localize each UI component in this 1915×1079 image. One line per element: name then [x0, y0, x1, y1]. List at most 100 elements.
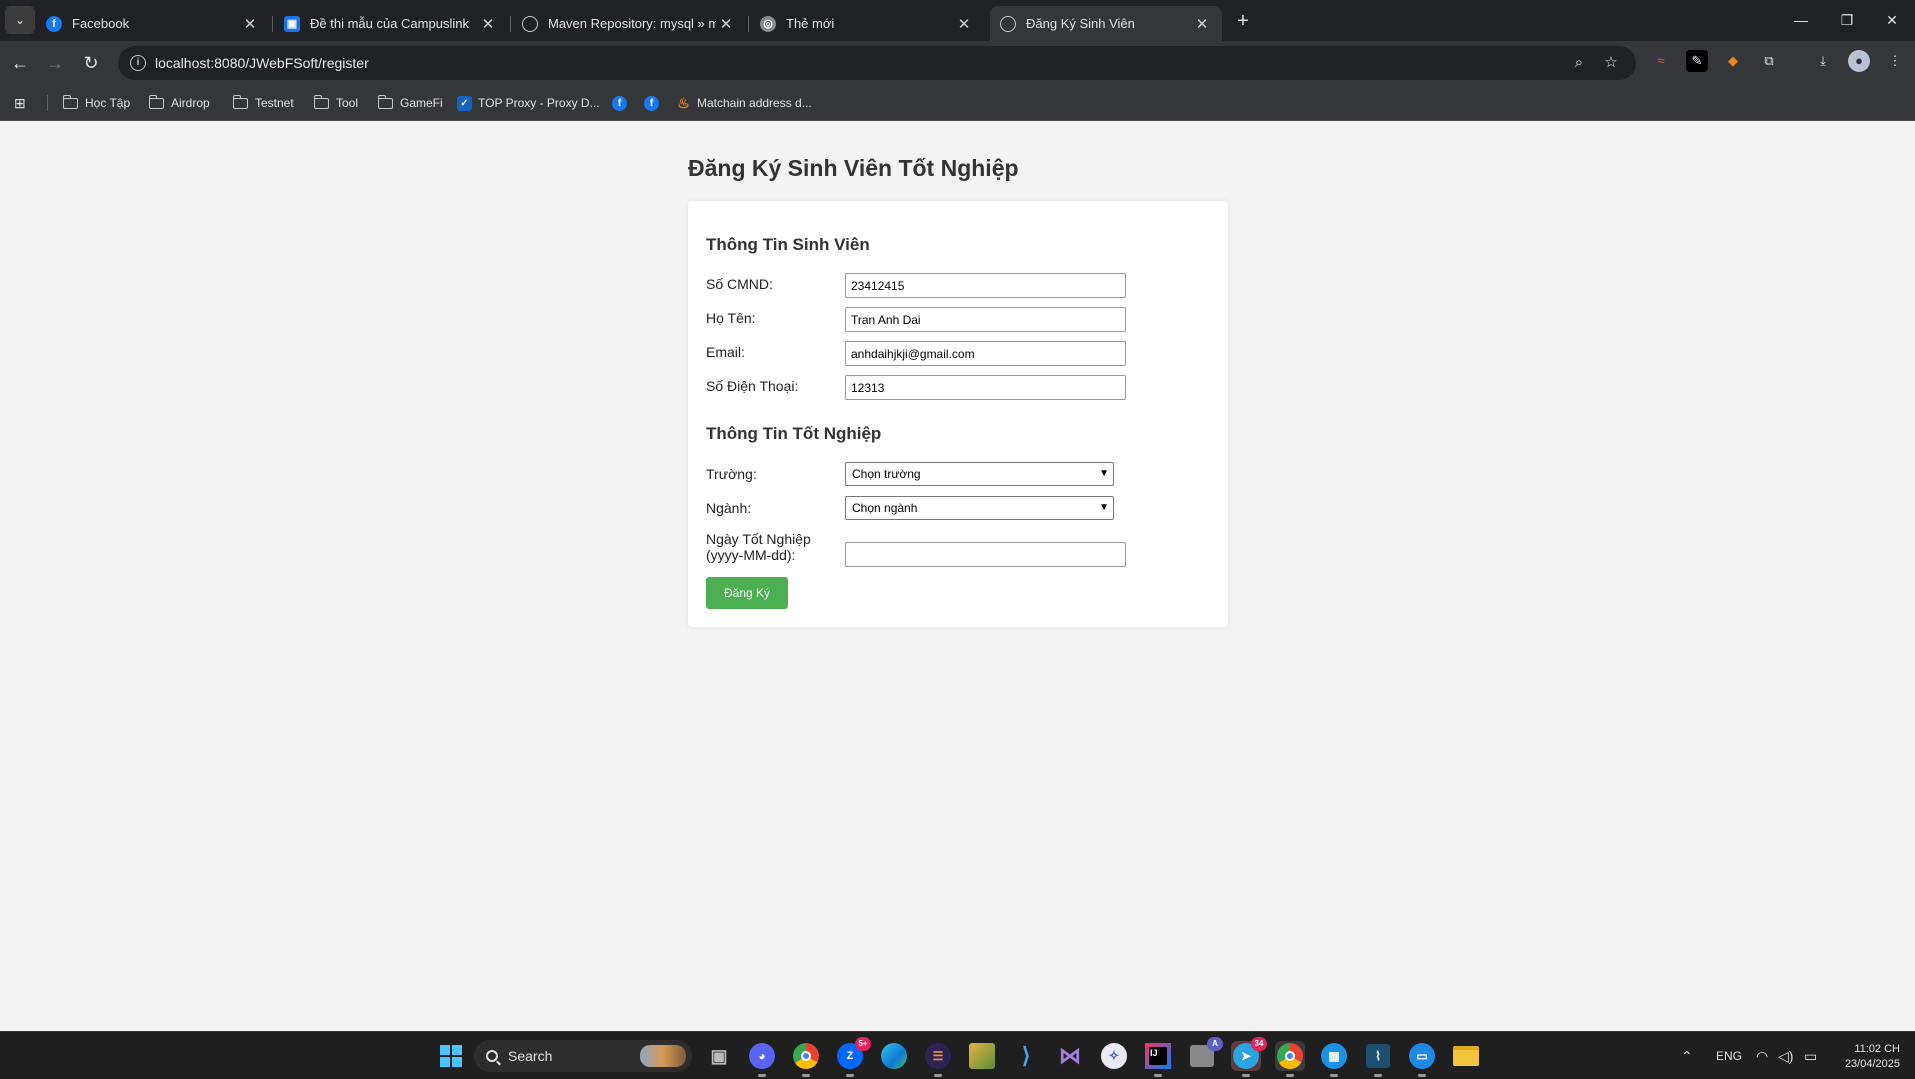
cmnd-label: Số CMND:	[706, 276, 773, 292]
tab-register[interactable]: Đăng Ký Sinh Viên ✕	[990, 6, 1222, 41]
metamask-icon[interactable]: ◆	[1722, 50, 1744, 72]
bookmark-folder-hoc-tap[interactable]: Học Tập	[62, 93, 130, 113]
bookmark-top-proxy[interactable]: ✓ TOP Proxy - Proxy D...	[457, 93, 600, 113]
chrome-icon[interactable]	[791, 1041, 821, 1077]
zalo-icon[interactable]: Z 5+	[835, 1037, 871, 1077]
task-view-icon[interactable]: ▣	[704, 1041, 734, 1071]
bookmark-matchain[interactable]: ♨ Matchain address d...	[676, 93, 812, 113]
bookmark-label: TOP Proxy - Proxy D...	[478, 96, 600, 110]
extensions-puzzle-icon[interactable]: ⧉	[1758, 50, 1780, 72]
notify-badge: A	[1207, 1037, 1223, 1051]
browser-toolbar: ← → ↻ i localhost:8080/JWebFSoft/registe…	[0, 41, 1915, 85]
edge-icon[interactable]	[879, 1041, 909, 1071]
search-label: Search	[508, 1048, 553, 1064]
fullname-label: Họ Tên:	[706, 310, 756, 326]
telegram-icon[interactable]: ➤ 34	[1231, 1037, 1267, 1077]
register-button[interactable]: Đăng Ký	[706, 577, 788, 609]
major-select[interactable]: Chọn ngành ▼	[845, 496, 1114, 520]
app-icon[interactable]: A	[1187, 1037, 1223, 1071]
bookmark-facebook-1[interactable]: f	[612, 93, 633, 113]
clock-time: 11:02 CH	[1854, 1043, 1900, 1055]
cmnd-input[interactable]	[845, 273, 1126, 298]
apps-grid-icon[interactable]: ⊞	[14, 93, 26, 113]
search-icon	[486, 1050, 498, 1062]
address-bar[interactable]: i localhost:8080/JWebFSoft/register ⌕ ☆	[118, 46, 1636, 80]
school-select[interactable]: Chọn trường ▼	[845, 462, 1114, 486]
tab-new[interactable]: ◎ Thẻ mới ✕	[750, 6, 984, 41]
bookmark-facebook-2[interactable]: f	[644, 93, 665, 113]
email-input[interactable]	[845, 341, 1126, 366]
bookmarks-bar: ⊞ Học Tập Airdrop Testnet Tool GameFi ✓ …	[0, 85, 1915, 121]
folder-icon	[377, 94, 393, 109]
bookmark-folder-gamefi[interactable]: GameFi	[377, 93, 443, 113]
email-label: Email:	[706, 344, 745, 360]
visual-studio-icon[interactable]: ⋈	[1055, 1041, 1085, 1071]
docker-icon[interactable]: ▦	[1319, 1041, 1349, 1077]
bookmark-folder-testnet[interactable]: Testnet	[232, 93, 294, 113]
wifi-icon[interactable]: ◠	[1756, 1032, 1768, 1079]
close-icon[interactable]: ✕	[240, 15, 260, 33]
major-label: Ngành:	[706, 500, 752, 516]
fullname-input[interactable]	[845, 307, 1126, 332]
minimize-button[interactable]: —	[1778, 0, 1824, 40]
close-window-button[interactable]: ✕	[1869, 0, 1915, 40]
extension-icon[interactable]: ≈	[1650, 50, 1672, 72]
menu-kebab-icon[interactable]: ⋮	[1884, 50, 1906, 72]
site-info-icon[interactable]: i	[130, 55, 146, 71]
mysql-workbench-icon[interactable]: ⌇	[1363, 1041, 1393, 1077]
file-explorer-icon[interactable]	[1451, 1041, 1481, 1071]
clock[interactable]: 11:02 CH 23/04/2025	[1830, 1042, 1900, 1072]
graduation-date-input[interactable]	[845, 542, 1126, 567]
extension-icon[interactable]: ✎	[1686, 50, 1708, 72]
eclipse-icon[interactable]: ☰	[923, 1041, 953, 1077]
tab-campuslink[interactable]: ▣ Đề thi mẫu của Campuslink ✕	[274, 6, 508, 41]
bookmark-folder-airdrop[interactable]: Airdrop	[148, 93, 210, 113]
bookmark-folder-tool[interactable]: Tool	[313, 93, 358, 113]
folder-icon	[313, 94, 329, 109]
language-indicator[interactable]: ENG	[1716, 1032, 1742, 1079]
new-tab-button[interactable]: +	[1229, 8, 1257, 34]
flame-icon: ♨	[677, 94, 690, 111]
facebook-icon: f	[644, 95, 659, 111]
chevron-up-icon[interactable]: ⌃	[1681, 1032, 1693, 1079]
folder-icon	[148, 94, 164, 109]
url-text[interactable]: localhost:8080/JWebFSoft/register	[155, 55, 369, 71]
download-icon[interactable]: ⤓	[1812, 50, 1834, 72]
app-store-icon[interactable]: ✧	[1099, 1041, 1129, 1071]
chrome-icon: ◎	[760, 15, 776, 32]
discord-icon[interactable]: ◕	[747, 1041, 777, 1077]
close-icon[interactable]: ✕	[1192, 15, 1212, 33]
back-button[interactable]: ←	[6, 49, 34, 77]
vscode-icon[interactable]: ⟩	[1011, 1041, 1041, 1071]
chevron-down-icon: ▼	[1099, 468, 1109, 479]
tab-divider	[272, 16, 273, 32]
student-section-title: Thông Tin Sinh Viên	[706, 235, 870, 254]
globe-icon	[1000, 15, 1016, 32]
windows-start-icon[interactable]	[436, 1041, 466, 1071]
bookmark-star-icon[interactable]: ☆	[1600, 52, 1622, 74]
tab-search-button[interactable]: ⌄	[5, 6, 35, 34]
restore-button[interactable]: ❐	[1824, 0, 1870, 40]
intellij-icon[interactable]: IJ	[1143, 1041, 1173, 1077]
battery-icon[interactable]: ▭	[1804, 1032, 1817, 1079]
app-icon[interactable]: ▭	[1407, 1041, 1437, 1077]
chrome-active-icon[interactable]	[1275, 1041, 1305, 1077]
forward-button[interactable]: →	[41, 49, 69, 77]
reload-button[interactable]: ↻	[77, 49, 105, 77]
globe-icon	[522, 15, 538, 32]
volume-icon[interactable]: ◁)	[1778, 1032, 1793, 1079]
taskbar-search[interactable]: Search	[474, 1040, 692, 1072]
profile-avatar[interactable]: ●	[1848, 50, 1870, 72]
school-label: Trường:	[706, 466, 757, 482]
tab-maven[interactable]: Maven Repository: mysql » mys ✕	[512, 6, 746, 41]
close-icon[interactable]: ✕	[954, 15, 974, 33]
app-icon[interactable]	[967, 1041, 997, 1071]
shield-icon: ✓	[457, 95, 472, 111]
close-icon[interactable]: ✕	[716, 15, 736, 33]
zoom-icon[interactable]: ⌕	[1568, 52, 1590, 74]
phone-input[interactable]	[845, 375, 1126, 400]
bookmark-label: Testnet	[255, 96, 294, 110]
tab-facebook[interactable]: f Facebook ✕	[36, 6, 270, 41]
close-icon[interactable]: ✕	[478, 15, 498, 33]
bookmark-divider	[47, 95, 48, 111]
